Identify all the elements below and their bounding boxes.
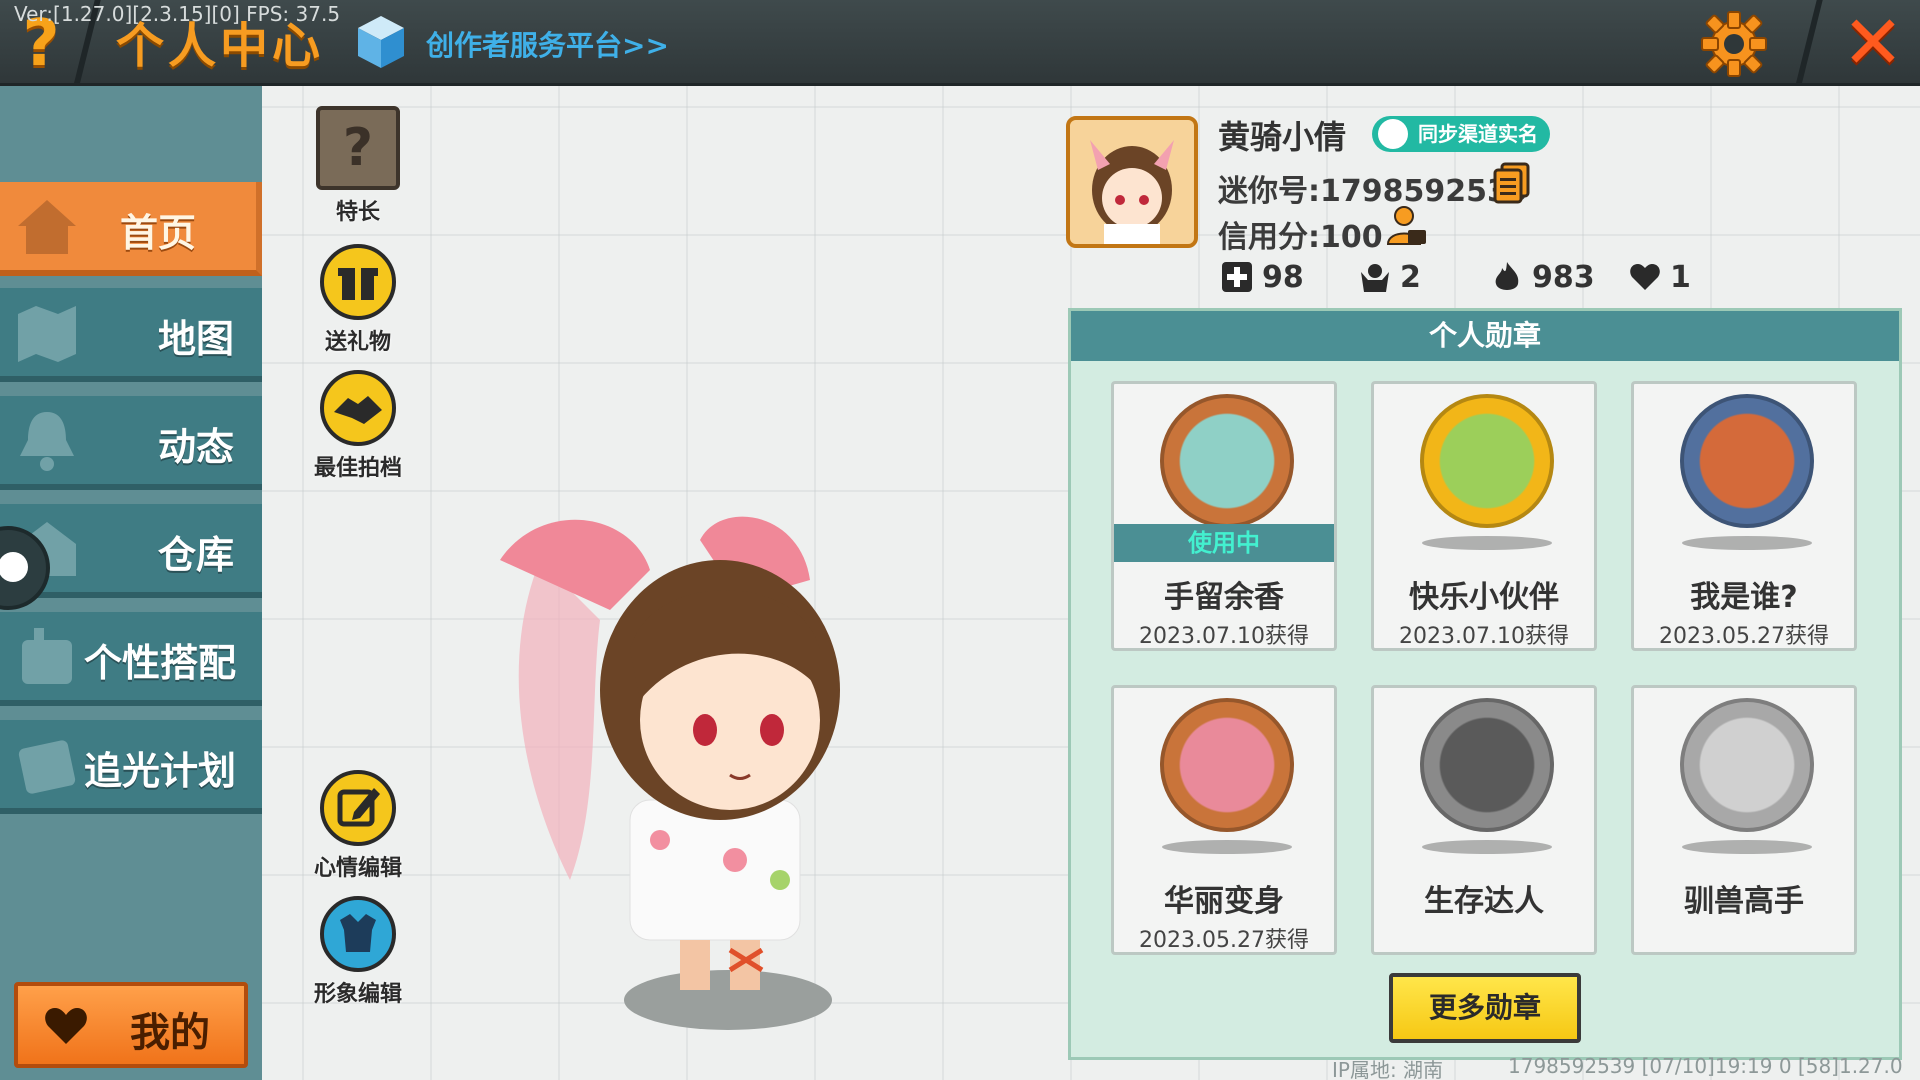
stat-value: 2 <box>1400 260 1421 295</box>
edit-icon <box>320 770 396 846</box>
avatar[interactable] <box>1066 116 1198 248</box>
medal-shadow <box>1682 536 1812 550</box>
gift-icon <box>320 244 396 320</box>
house-icon <box>18 200 76 254</box>
medal-shadow <box>1422 840 1552 854</box>
medal-shadow <box>1682 840 1812 854</box>
medal-name: 华丽变身 <box>1164 884 1284 919</box>
stat-value: 983 <box>1532 260 1595 295</box>
medal-date: 2023.05.27获得 <box>1659 624 1829 649</box>
medal-card[interactable]: 生存达人 <box>1371 685 1597 955</box>
nickname: 黄骑小倩 <box>1218 118 1347 156</box>
person-icon <box>1378 119 1408 149</box>
medal-icon <box>1420 698 1554 832</box>
more-medals-button[interactable]: 更多勋章 <box>1389 973 1581 1043</box>
my-button[interactable]: 我的 <box>14 982 248 1068</box>
action-label: 心情编辑 <box>313 856 402 881</box>
credit-user-icon[interactable] <box>1384 204 1428 248</box>
divider <box>1795 0 1823 86</box>
flame-icon <box>1495 262 1519 290</box>
action-label: 特长 <box>335 200 380 225</box>
send-gift-button[interactable]: 送礼物 <box>298 244 418 356</box>
sidebar-item-label: 动态 <box>157 425 234 469</box>
sidebar-item-map[interactable]: 地图 <box>0 288 262 382</box>
sidebar-item-home[interactable]: 首页 <box>0 182 262 276</box>
close-button[interactable]: ✕ <box>1838 6 1908 80</box>
medal-icon <box>1680 394 1814 528</box>
sidebar: 首页 地图 动态 仓库 个性搭配 追光计划 <box>0 86 262 1080</box>
medal-card[interactable]: 驯兽高手 <box>1631 685 1857 955</box>
mini-id: 迷你号:1798592539 <box>1218 174 1529 209</box>
my-button-label: 我的 <box>130 1010 210 1056</box>
copy-icon[interactable] <box>1492 162 1532 204</box>
mood-edit-button[interactable]: 心情编辑 <box>298 770 418 882</box>
heart-icon <box>1630 264 1660 290</box>
medal-name: 快乐小伙伴 <box>1409 580 1559 615</box>
medal-name: 手留余香 <box>1164 580 1284 615</box>
outfit-icon <box>22 628 72 684</box>
medal-card[interactable]: 使用中手留余香 2023.07.10获得 <box>1111 381 1337 651</box>
avatar-character[interactable] <box>480 500 900 1040</box>
handshake-icon <box>320 370 396 446</box>
action-label: 送礼物 <box>324 330 391 355</box>
bell-icon <box>20 412 74 471</box>
ip-location: IP属地: 湖南 <box>1332 1058 1444 1080</box>
map-icon <box>18 306 76 362</box>
sidebar-item-light-plan[interactable]: 追光计划 <box>0 720 262 814</box>
talent-button[interactable]: ? 特长 <box>298 106 418 226</box>
realname-badge[interactable]: 同步渠道实名 <box>1372 116 1550 152</box>
medal-shadow <box>1162 840 1292 854</box>
sidebar-item-label: 个性搭配 <box>83 641 236 685</box>
debug-info: Ver:[1.27.0][2.3.15][0] FPS: 37.5 <box>14 2 341 26</box>
sidebar-item-label: 地图 <box>157 317 234 361</box>
heart-icon <box>45 1008 87 1044</box>
creator-platform-link[interactable]: 创作者服务平台>> <box>426 24 669 64</box>
light-plan-icon <box>18 740 76 794</box>
medal-card[interactable]: 我是谁? 2023.05.27获得 <box>1631 381 1857 651</box>
medal-shadow <box>1422 536 1552 550</box>
medal-date: 2023.05.27获得 <box>1139 928 1309 953</box>
medal-panel-title: 个人勋章 <box>1071 311 1899 361</box>
fan-icon <box>1361 264 1389 292</box>
question-block-icon: ? <box>316 106 400 190</box>
medal-date: 2023.07.10获得 <box>1399 624 1569 649</box>
realname-badge-label: 同步渠道实名 <box>1418 122 1538 146</box>
image-edit-button[interactable]: 形象编辑 <box>298 896 418 1008</box>
medal-card[interactable]: 快乐小伙伴 2023.07.10获得 <box>1371 381 1597 651</box>
stat-value: 1 <box>1670 260 1691 295</box>
medal-icon <box>1420 394 1554 528</box>
medal-icon <box>1160 394 1294 528</box>
sidebar-item-feed[interactable]: 动态 <box>0 396 262 490</box>
medal-name: 生存达人 <box>1424 884 1544 919</box>
plus-square-icon <box>1222 262 1252 292</box>
gear-icon[interactable] <box>1700 10 1768 78</box>
best-partner-button[interactable]: 最佳拍档 <box>298 370 418 482</box>
medal-name: 驯兽高手 <box>1684 884 1804 919</box>
medal-icon <box>1680 698 1814 832</box>
medal-date: 2023.07.10获得 <box>1139 624 1309 649</box>
sidebar-item-label: 仓库 <box>157 533 234 577</box>
sidebar-item-label: 追光计划 <box>83 749 236 793</box>
stat-value: 98 <box>1262 260 1304 295</box>
sidebar-item-label: 首页 <box>119 211 196 255</box>
credit-score: 信用分:100 <box>1218 220 1383 255</box>
footer-info: 1798592539 [07/10]19:19 0 [58]1.27.0 <box>1508 1054 1903 1078</box>
action-label: 最佳拍档 <box>313 456 402 481</box>
in-use-label: 使用中 <box>1114 524 1334 562</box>
action-label: 形象编辑 <box>313 982 402 1007</box>
outfit-edit-icon <box>320 896 396 972</box>
cube-icon[interactable] <box>356 14 406 70</box>
sidebar-item-outfit[interactable]: 个性搭配 <box>0 612 262 706</box>
medal-icon <box>1160 698 1294 832</box>
medal-card[interactable]: 华丽变身 2023.05.27获得 <box>1111 685 1337 955</box>
medal-name: 我是谁? <box>1690 580 1798 615</box>
medal-panel: 个人勋章 使用中手留余香 2023.07.10获得 快乐小伙伴 2023.07.10获… <box>1068 308 1902 1060</box>
